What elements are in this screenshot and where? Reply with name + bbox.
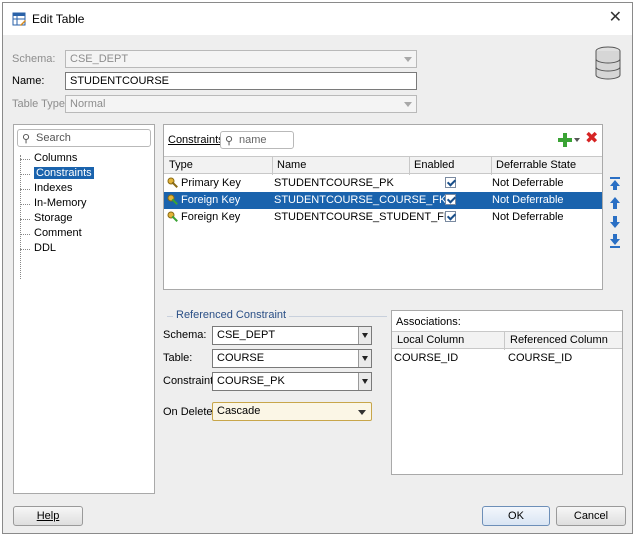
nav-search-input[interactable]: ⚲ Search bbox=[17, 129, 151, 147]
chevron-down-icon[interactable] bbox=[358, 350, 371, 367]
ref-schema-select[interactable]: CSE_DEPT bbox=[212, 326, 372, 345]
nav-item-ddl[interactable]: DDL bbox=[20, 242, 56, 256]
local-column: COURSE_ID bbox=[394, 352, 459, 364]
move-bottom-icon[interactable] bbox=[609, 234, 621, 248]
on-delete-select[interactable]: Cascade bbox=[212, 402, 372, 421]
associations-panel: Associations: Local Column Referenced Co… bbox=[391, 310, 623, 475]
ref-table-select[interactable]: COURSE bbox=[212, 349, 372, 368]
ok-button[interactable]: OK bbox=[482, 506, 550, 526]
help-label: Help bbox=[36, 510, 60, 522]
column-header-local[interactable]: Local Column bbox=[397, 334, 464, 346]
nav-item-in-memory[interactable]: In-Memory bbox=[20, 197, 87, 211]
referenced-column: COURSE_ID bbox=[508, 352, 573, 364]
database-icon bbox=[595, 46, 621, 80]
navigation-panel: ⚲ Search Columns Constraints Indexes In-… bbox=[13, 124, 155, 494]
schema-value: CSE_DEPT bbox=[70, 53, 129, 65]
constraints-label: Constraints: bbox=[168, 134, 227, 146]
ref-table-value: COURSE bbox=[217, 352, 265, 364]
nav-item-comment[interactable]: Comment bbox=[20, 227, 82, 241]
edit-table-dialog: Edit Table ✕ Schema: CSE_DEPT Name: STUD… bbox=[2, 2, 633, 534]
table-type-label: Table Type: bbox=[12, 98, 69, 110]
table-row[interactable]: Foreign Key STUDENTCOURSE_COURSE_FK Not … bbox=[164, 192, 602, 209]
ref-constraint-select[interactable]: COURSE_PK bbox=[212, 372, 372, 391]
nav-item-storage[interactable]: Storage bbox=[20, 212, 73, 226]
table-row[interactable]: Foreign Key STUDENTCOURSE_STUDENT_FK Not… bbox=[164, 209, 602, 226]
constraint-type: Foreign Key bbox=[181, 194, 241, 206]
on-delete-label: On Delete: bbox=[163, 406, 216, 418]
ref-constraint-label: Constraint: bbox=[163, 375, 217, 387]
help-button[interactable]: Help bbox=[13, 506, 83, 526]
foreign-key-icon bbox=[167, 211, 178, 222]
deferrable-state: Not Deferrable bbox=[492, 177, 564, 189]
constraint-type: Primary Key bbox=[181, 177, 241, 189]
title-bar: Edit Table ✕ bbox=[3, 3, 632, 35]
chevron-down-icon[interactable] bbox=[358, 327, 371, 344]
constraint-name: STUDENTCOURSE_PK bbox=[274, 177, 394, 189]
move-up-icon[interactable] bbox=[609, 196, 621, 210]
schema-combo: CSE_DEPT bbox=[65, 50, 417, 68]
enabled-checkbox[interactable] bbox=[445, 194, 456, 205]
column-header-deferrable[interactable]: Deferrable State bbox=[496, 159, 576, 171]
ref-schema-label: Schema: bbox=[163, 329, 207, 341]
constraints-table-header: Type Name Enabled Deferrable State bbox=[164, 156, 602, 175]
delete-icon[interactable]: ✖ bbox=[585, 131, 598, 147]
search-icon: ⚲ bbox=[22, 133, 31, 145]
primary-key-icon bbox=[167, 177, 178, 188]
ref-table-label: Table: bbox=[163, 352, 193, 364]
window-title: Edit Table bbox=[32, 12, 85, 26]
ref-schema-value: CSE_DEPT bbox=[217, 329, 276, 341]
move-down-icon[interactable] bbox=[609, 215, 621, 229]
column-header-type[interactable]: Type bbox=[169, 159, 193, 171]
constraints-search-placeholder: name bbox=[239, 134, 267, 146]
table-type-value: Normal bbox=[70, 98, 106, 110]
table-row[interactable]: Primary Key STUDENTCOURSE_PK Not Deferra… bbox=[164, 175, 602, 192]
enabled-checkbox[interactable] bbox=[445, 177, 456, 188]
foreign-key-icon bbox=[167, 194, 178, 205]
ref-constraint-value: COURSE_PK bbox=[217, 375, 285, 387]
name-label: Name: bbox=[12, 75, 45, 87]
chevron-down-icon[interactable] bbox=[574, 138, 580, 142]
column-header-enabled[interactable]: Enabled bbox=[414, 159, 454, 171]
column-header-name[interactable]: Name bbox=[277, 159, 306, 171]
constraints-panel: Constraints: ⚲ name ✖ Type Name Enabled … bbox=[163, 124, 603, 290]
constraints-search-input[interactable]: ⚲ name bbox=[220, 131, 294, 149]
chevron-down-icon bbox=[404, 57, 412, 62]
add-icon[interactable] bbox=[558, 133, 572, 147]
name-input[interactable]: STUDENTCOURSE bbox=[65, 72, 417, 90]
table-row[interactable]: COURSE_ID COURSE_ID bbox=[392, 350, 622, 367]
edit-table-icon bbox=[12, 12, 26, 26]
constraint-name: STUDENTCOURSE_STUDENT_FK bbox=[274, 211, 452, 223]
constraint-name: STUDENTCOURSE_COURSE_FK bbox=[274, 194, 447, 206]
nav-item-constraints[interactable]: Constraints bbox=[20, 167, 94, 181]
move-top-icon[interactable] bbox=[609, 177, 621, 191]
nav-item-columns[interactable]: Columns bbox=[20, 152, 77, 166]
search-icon: ⚲ bbox=[225, 135, 234, 147]
schema-label: Schema: bbox=[12, 53, 56, 65]
referenced-constraint-title: Referenced Constraint bbox=[173, 309, 290, 321]
table-type-combo: Normal bbox=[65, 95, 417, 113]
close-icon[interactable]: ✕ bbox=[609, 9, 622, 27]
nav-item-indexes[interactable]: Indexes bbox=[20, 182, 73, 196]
nav-search-placeholder: Search bbox=[36, 132, 71, 144]
column-header-referenced[interactable]: Referenced Column bbox=[510, 334, 608, 346]
constraint-type: Foreign Key bbox=[181, 211, 241, 223]
associations-table-header: Local Column Referenced Column bbox=[392, 331, 622, 350]
cancel-button[interactable]: Cancel bbox=[556, 506, 626, 526]
chevron-down-icon bbox=[404, 102, 412, 107]
deferrable-state: Not Deferrable bbox=[492, 194, 564, 206]
on-delete-value: Cascade bbox=[217, 405, 261, 417]
enabled-checkbox[interactable] bbox=[445, 211, 456, 222]
associations-title: Associations: bbox=[396, 316, 461, 328]
deferrable-state: Not Deferrable bbox=[492, 211, 564, 223]
chevron-down-icon[interactable] bbox=[358, 373, 371, 390]
